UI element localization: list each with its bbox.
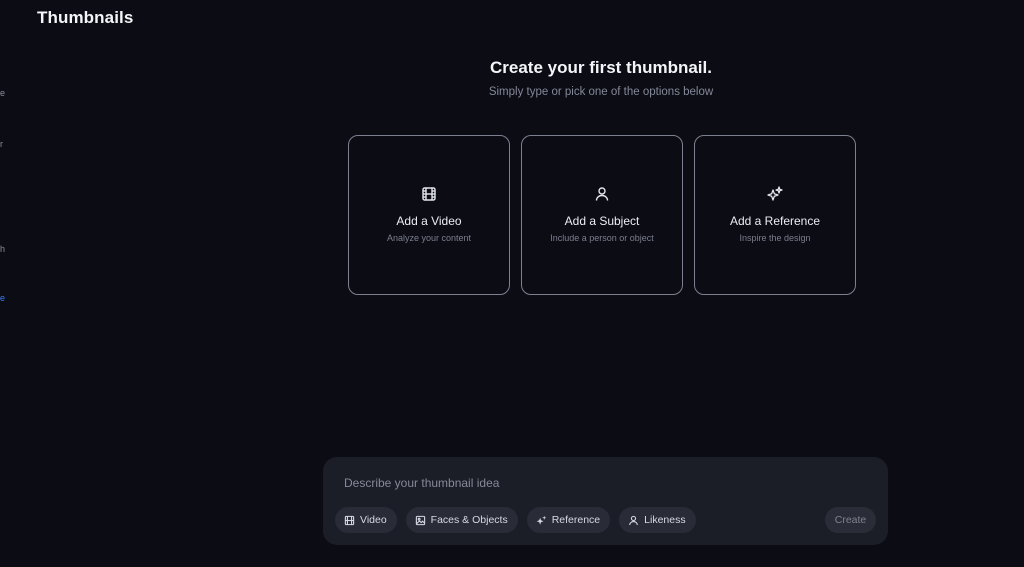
add-video-card[interactable]: Add a Video Analyze your content — [348, 135, 510, 295]
chip-label: Video — [360, 514, 387, 526]
create-button[interactable]: Create — [825, 507, 876, 533]
thumbnails-page: Thumbnails e r h e Create your first thu… — [0, 0, 1024, 567]
hero-title: Create your first thumbnail. — [490, 58, 712, 77]
add-reference-card[interactable]: Add a Reference Inspire the design — [694, 135, 856, 295]
thumbnail-idea-input[interactable] — [344, 474, 764, 492]
attachment-chips: Video Faces & Objects Reference Likeness — [335, 507, 696, 533]
film-icon — [344, 515, 355, 525]
reference-chip[interactable]: Reference — [526, 507, 611, 533]
video-chip[interactable]: Video — [335, 507, 397, 533]
sidebar-item-fragment[interactable]: e — [0, 88, 5, 98]
card-subtitle: Inspire the design — [739, 233, 811, 243]
chip-label: Reference — [551, 514, 601, 526]
card-subtitle: Include a person or object — [550, 233, 654, 243]
add-subject-card[interactable]: Add a Subject Include a person or object — [521, 135, 683, 295]
card-title: Add a Subject — [564, 214, 640, 228]
option-cards: Add a Video Analyze your content Add a S… — [348, 135, 856, 295]
sidebar-item-fragment[interactable]: h — [0, 244, 5, 254]
person-icon — [629, 515, 638, 525]
card-title: Add a Reference — [729, 214, 821, 228]
chip-label: Faces & Objects — [430, 514, 508, 526]
sidebar-item-fragment[interactable]: r — [0, 139, 3, 149]
sidebar-item-fragment-active[interactable]: e — [0, 293, 5, 303]
sparkles-icon — [767, 186, 783, 202]
hero-subtitle: Simply type or pick one of the options b… — [488, 86, 714, 98]
image-icon — [415, 515, 425, 525]
faces-objects-chip[interactable]: Faces & Objects — [405, 507, 518, 533]
prompt-composer: Video Faces & Objects Reference — [323, 457, 888, 545]
film-icon — [421, 186, 437, 202]
card-subtitle: Analyze your content — [386, 233, 472, 243]
chip-label: Likeness — [644, 514, 686, 526]
card-title: Add a Video — [396, 214, 462, 228]
app-title: Thumbnails — [37, 8, 134, 27]
person-icon — [594, 186, 610, 202]
likeness-chip[interactable]: Likeness — [619, 507, 696, 533]
sparkles-icon — [536, 515, 547, 525]
